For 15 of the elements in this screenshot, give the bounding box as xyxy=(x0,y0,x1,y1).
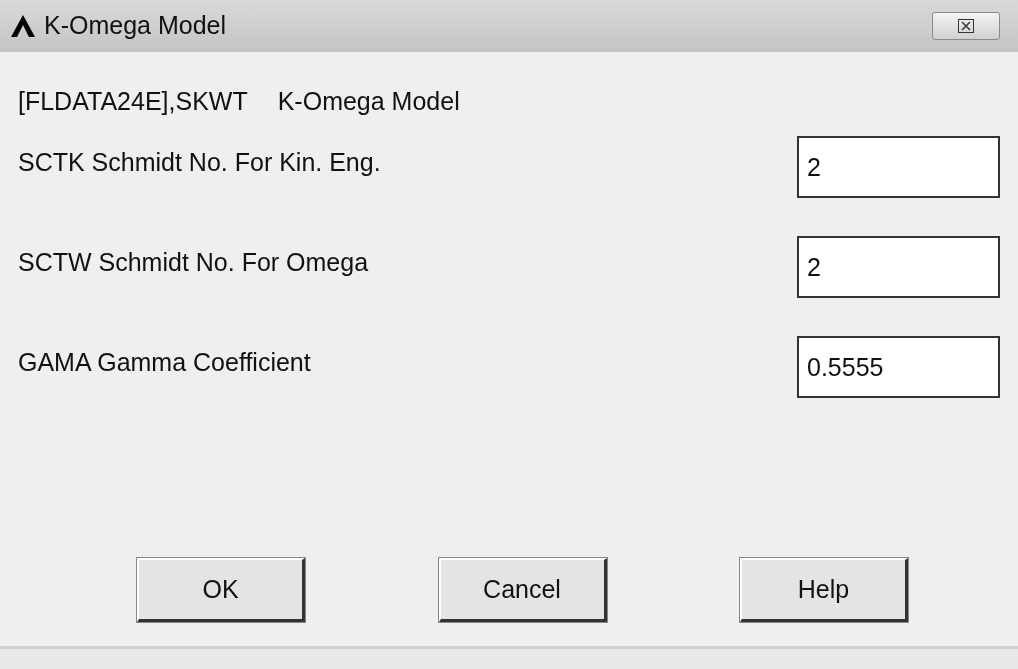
header-label: K-Omega Model xyxy=(277,86,460,118)
input-field[interactable]: 0.5555 xyxy=(797,336,1000,398)
field-label: SCTW Schmidt No. For Omega xyxy=(18,247,369,278)
input-field[interactable]: 2 xyxy=(797,136,1000,198)
dialog-button[interactable]: OK xyxy=(137,558,305,622)
logo-icon xyxy=(10,13,36,39)
dialog-button[interactable]: Help xyxy=(740,558,908,622)
field-label: GAMA Gamma Coefficient xyxy=(18,347,311,378)
input-field[interactable]: 2 xyxy=(797,236,1000,298)
field-label: SCTK Schmidt No. For Kin. Eng. xyxy=(18,147,381,178)
close-icon xyxy=(958,19,974,33)
command-text: [FLDATA24E],SKWT xyxy=(18,86,248,118)
window-title: K-Omega Model xyxy=(44,10,227,42)
dialog-button[interactable]: Cancel xyxy=(438,558,607,622)
close-button[interactable] xyxy=(932,12,1000,40)
